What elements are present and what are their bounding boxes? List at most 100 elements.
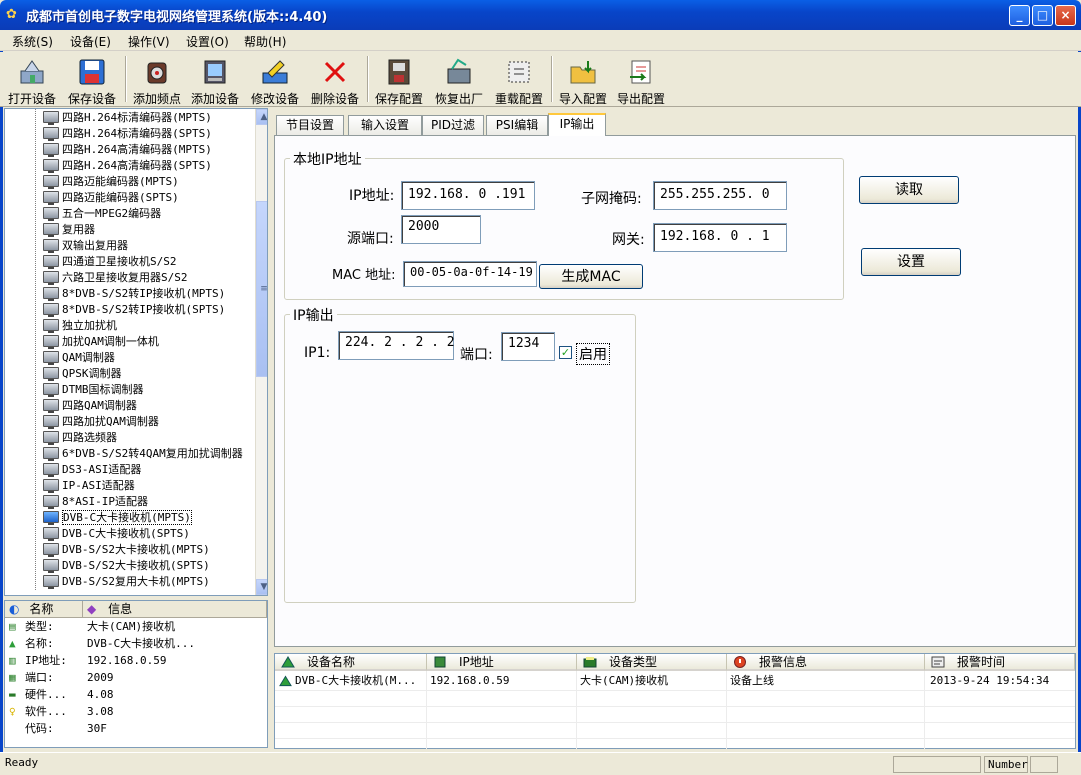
edit-device-label: 修改设备 xyxy=(250,92,299,106)
tree-item[interactable]: 6*DVB-S/S2转4QAM复用加扰调制器 xyxy=(43,446,243,462)
info-row[interactable]: ▥ IP地址: 192.168.0.59 xyxy=(5,652,267,669)
device-list[interactable]: 设备名称 IP地址 设备类型 报警信息 报警时间 DVB-C大卡接收机(M...… xyxy=(274,653,1076,749)
tree-item[interactable]: DS3-ASI适配器 xyxy=(43,462,141,478)
menu-help[interactable]: 帮助(H) xyxy=(244,33,286,50)
info-header-name[interactable]: ◐ 名称 xyxy=(5,601,83,618)
save-device-button[interactable]: 保存设备 xyxy=(64,54,120,106)
tree-item[interactable]: QPSK调制器 xyxy=(43,366,122,382)
save-config-button[interactable]: 保存配置 xyxy=(370,54,428,106)
tree-item[interactable]: DVB-C大卡接收机(MPTS) xyxy=(43,510,192,526)
menu-device[interactable]: 设备(E) xyxy=(70,33,111,50)
info-row[interactable]: ♀ 软件... 3.08 xyxy=(5,703,267,720)
tree-item[interactable]: 四路QAM调制器 xyxy=(43,398,137,414)
column-header-alarm[interactable]: 报警信息 xyxy=(727,654,925,671)
tab-input-settings[interactable]: 输入设置 xyxy=(348,115,422,135)
info-key: 类型: xyxy=(25,620,54,633)
tree-item[interactable]: 四通道卫星接收机S/S2 xyxy=(43,254,177,270)
tree-item[interactable]: 四路H.264高清编码器(MPTS) xyxy=(43,142,212,158)
reload-config-button[interactable]: 重载配置 xyxy=(490,54,548,106)
output-port-input[interactable]: 1234 xyxy=(501,332,555,361)
device-tree[interactable]: 四路H.264标清编码器(MPTS) 四路H.264标清编码器(SPTS) 四路H.… xyxy=(4,108,268,596)
tree-item[interactable]: 8*DVB-S/S2转IP接收机(SPTS) xyxy=(43,302,225,318)
tree-item[interactable]: DVB-S/S2复用大卡机(MPTS) xyxy=(43,574,210,590)
ip1-input[interactable]: 224. 2 . 2 . 2 xyxy=(338,331,455,360)
open-device-button[interactable]: 打开设备 xyxy=(4,54,60,106)
tree-item[interactable]: 复用器 xyxy=(43,222,95,238)
tree-item[interactable]: 四路迈能编码器(MPTS) xyxy=(43,174,179,190)
scroll-up-button[interactable]: ▲ xyxy=(256,109,267,125)
mac-address-input[interactable]: 00-05-0a-0f-14-19 xyxy=(403,261,537,287)
maximize-button[interactable]: □ xyxy=(1032,5,1053,26)
column-header-ip[interactable]: IP地址 xyxy=(427,654,577,671)
tree-item-label: DVB-C大卡接收机(SPTS) xyxy=(62,527,190,540)
ip-address-input[interactable]: 192.168. 0 .191 xyxy=(401,181,535,210)
tree-item[interactable]: 四路选频器 xyxy=(43,430,117,446)
tree-item[interactable]: 四路H.264标清编码器(MPTS) xyxy=(43,110,212,126)
info-key: 端口: xyxy=(25,671,54,684)
column-header-device-name[interactable]: 设备名称 xyxy=(275,654,427,671)
scroll-down-button[interactable]: ▼ xyxy=(256,579,267,595)
tree-item[interactable]: DVB-S/S2大卡接收机(SPTS) xyxy=(43,558,210,574)
generate-mac-button[interactable]: 生成MAC xyxy=(539,264,643,289)
import-config-button[interactable]: 导入配置 xyxy=(554,54,612,106)
add-device-button[interactable]: 添加设备 xyxy=(186,54,244,106)
add-frequency-button[interactable]: 添加频点 xyxy=(128,54,186,106)
tree-scrollbar[interactable]: ▲ ≡ ▼ xyxy=(255,109,267,595)
tree-item[interactable]: DVB-C大卡接收机(SPTS) xyxy=(43,526,190,542)
export-config-button[interactable]: 导出配置 xyxy=(612,54,670,106)
tree-item[interactable]: 四路迈能编码器(SPTS) xyxy=(43,190,179,206)
tree-item[interactable]: 四路加扰QAM调制器 xyxy=(43,414,159,430)
enable-checkbox[interactable]: ✓ xyxy=(559,346,572,359)
info-row[interactable]: ▲ 名称: DVB-C大卡接收机... xyxy=(5,635,267,652)
info-row[interactable]: ▬ 硬件... 4.08 xyxy=(5,686,267,703)
menu-system[interactable]: 系统(S) xyxy=(12,33,53,50)
row-device-type: 大卡(CAM)接收机 xyxy=(580,674,669,687)
info-row[interactable]: ▦ 端口: 2009 xyxy=(5,669,267,686)
set-button[interactable]: 设置 xyxy=(861,248,961,276)
tree-item[interactable]: IP-ASI适配器 xyxy=(43,478,135,494)
subnet-mask-input[interactable]: 255.255.255. 0 xyxy=(653,181,787,210)
tree-item-label: 四路H.264高清编码器(MPTS) xyxy=(62,143,212,156)
menu-operation[interactable]: 操作(V) xyxy=(128,33,170,50)
device-icon xyxy=(43,159,59,173)
source-port-input[interactable]: 2000 xyxy=(401,215,481,244)
tree-item[interactable]: 8*ASI-IP适配器 xyxy=(43,494,148,510)
factory-reset-button[interactable]: 恢复出厂 xyxy=(430,54,488,106)
column-header-device-type[interactable]: 设备类型 xyxy=(577,654,727,671)
tab-ip-output[interactable]: IP输出 xyxy=(548,113,606,136)
tree-item-label: DVB-S/S2复用大卡机(MPTS) xyxy=(62,575,210,588)
title-bar[interactable]: ✿ 成都市首创电子数字电视网络管理系统(版本::4.40) _ □ × xyxy=(0,0,1081,30)
tree-item[interactable]: QAM调制器 xyxy=(43,350,115,366)
gateway-input[interactable]: 192.168. 0 . 1 xyxy=(653,223,787,252)
enable-label[interactable]: 启用 xyxy=(576,343,610,365)
tree-item[interactable]: 六路卫星接收复用器S/S2 xyxy=(43,270,188,286)
tree-item[interactable]: 四路H.264高清编码器(SPTS) xyxy=(43,158,212,174)
add-device-icon xyxy=(204,60,226,84)
device-icon xyxy=(43,239,59,253)
tab-psi-edit[interactable]: PSI编辑 xyxy=(486,115,548,135)
column-header-alarm-time[interactable]: 报警时间 xyxy=(925,654,1075,671)
info-row[interactable]: ▤ 类型: 大卡(CAM)接收机 xyxy=(5,618,267,635)
tree-item[interactable]: 五合一MPEG2编码器 xyxy=(43,206,161,222)
tree-item[interactable]: 独立加扰机 xyxy=(43,318,117,334)
tree-item[interactable]: 四路H.264标清编码器(SPTS) xyxy=(43,126,212,142)
info-value: 4.08 xyxy=(87,688,114,701)
tree-item[interactable]: 加扰QAM调制一体机 xyxy=(43,334,159,350)
tree-item[interactable]: DTMB国标调制器 xyxy=(43,382,144,398)
edit-device-button[interactable]: 修改设备 xyxy=(246,54,304,106)
device-icon xyxy=(43,287,59,301)
tree-item[interactable]: DVB-S/S2大卡接收机(MPTS) xyxy=(43,542,210,558)
scroll-thumb[interactable]: ≡ xyxy=(256,201,267,377)
info-header-info[interactable]: ◆ 信息 xyxy=(83,601,267,618)
tree-item-label: 四路QAM调制器 xyxy=(62,399,137,412)
delete-device-button[interactable]: 删除设备 xyxy=(306,54,364,106)
info-row[interactable]: 代码: 30F xyxy=(5,720,267,737)
minimize-button[interactable]: _ xyxy=(1009,5,1030,26)
menu-settings[interactable]: 设置(O) xyxy=(186,33,229,50)
read-button[interactable]: 读取 xyxy=(859,176,959,204)
tab-program-settings[interactable]: 节目设置 xyxy=(276,115,344,135)
tree-item[interactable]: 双输出复用器 xyxy=(43,238,128,254)
tab-pid-filter[interactable]: PID过滤 xyxy=(422,115,484,135)
close-button[interactable]: × xyxy=(1055,5,1076,26)
tree-item[interactable]: 8*DVB-S/S2转IP接收机(MPTS) xyxy=(43,286,225,302)
